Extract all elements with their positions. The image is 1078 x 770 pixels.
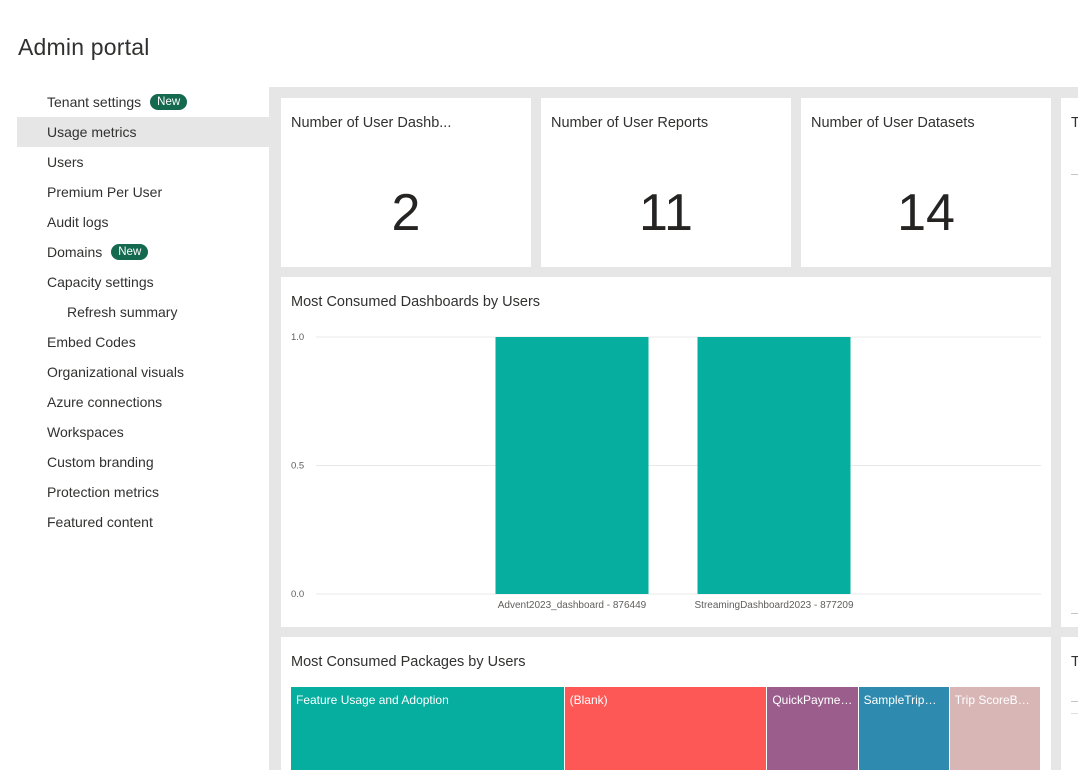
sidebar-item-refresh-summary[interactable]: Refresh summary (17, 297, 269, 327)
sidebar-item-label: Azure connections (47, 394, 163, 410)
sidebar-item-audit-logs[interactable]: Audit logs (17, 207, 269, 237)
sidebar-item-organizational-visuals[interactable]: Organizational visuals (17, 357, 269, 387)
sidebar-item-label: Refresh summary (67, 304, 178, 320)
tile-title: T (1071, 115, 1078, 131)
right-tile-bottom[interactable]: T (1061, 637, 1078, 770)
sidebar-item-premium-per-user[interactable]: Premium Per User (17, 177, 269, 207)
sidebar-nav: Tenant settings New Usage metrics Users Prem… (17, 87, 269, 537)
treemap-cell[interactable]: SampleTripRe... (858, 687, 950, 770)
sidebar-item-featured-content[interactable]: Featured content (17, 507, 269, 537)
treemap-cell[interactable]: Feature Usage and Adoption (291, 687, 565, 770)
tile-title: T (1071, 654, 1078, 670)
y-tick-label: 0.5 (291, 461, 304, 472)
sidebar-item-usage-metrics[interactable]: Usage metrics (17, 117, 269, 147)
bar-chart-tile[interactable]: Most Consumed Dashboards by Users 0.0 0.5… (281, 277, 1051, 627)
sidebar-item-label: Featured content (47, 514, 153, 530)
sidebar-item-label: Users (47, 154, 84, 170)
sidebar-item-label: Protection metrics (47, 484, 160, 500)
card-user-dashboards[interactable]: Number of User Dashb... 2 (281, 98, 531, 267)
card-user-reports[interactable]: Number of User Reports 11 (541, 98, 791, 267)
axis-tick (1071, 613, 1078, 614)
sidebar-item-label: Domains (47, 244, 103, 260)
sidebar-item-label: Custom branding (47, 454, 154, 470)
card-user-datasets[interactable]: Number of User Datasets 14 (801, 98, 1051, 267)
sidebar-item-protection-metrics[interactable]: Protection metrics (17, 477, 269, 507)
card-value: 2 (391, 184, 421, 242)
y-tick-label: 1.0 (291, 332, 304, 343)
treemap-cell[interactable]: QuickPaymet... (767, 687, 859, 770)
sidebar-item-embed-codes[interactable]: Embed Codes (17, 327, 269, 357)
sidebar-item-label: Tenant settings (47, 94, 142, 110)
axis-tick (1071, 174, 1078, 175)
sidebar-item-custom-branding[interactable]: Custom branding (17, 447, 269, 477)
bar[interactable] (697, 337, 851, 594)
sidebar-item-users[interactable]: Users (17, 147, 269, 177)
sidebar-item-label: Premium Per User (47, 184, 163, 200)
sidebar-item-label: Usage metrics (47, 124, 137, 140)
sidebar-item-label: Audit logs (47, 214, 109, 230)
axis-tick (1071, 701, 1078, 702)
card-value: 14 (897, 184, 955, 242)
sidebar-item-capacity-settings[interactable]: Capacity settings (17, 267, 269, 297)
new-badge: New (150, 94, 188, 110)
bar[interactable] (495, 337, 649, 594)
card-title: Number of User Reports (551, 115, 709, 131)
dashboard-canvas: Number of User Dashb... 2 Number of User… (269, 87, 1078, 770)
new-badge: New (111, 244, 149, 260)
chart-title: Most Consumed Packages by Users (291, 654, 526, 670)
right-tile-top[interactable]: T (1061, 98, 1078, 627)
bar-chart: 0.0 0.5 1.0 Advent2023_dashboard - 876449 St… (291, 332, 1041, 611)
x-category-label: StreamingDashboard2023 - 877209 (695, 600, 854, 611)
sidebar-item-domains[interactable]: Domains New (17, 237, 269, 267)
sidebar-item-tenant-settings[interactable]: Tenant settings New (17, 87, 269, 117)
sidebar-item-label: Organizational visuals (47, 364, 184, 380)
x-category-label: Advent2023_dashboard - 876449 (498, 600, 647, 611)
treemap-cell[interactable]: Trip ScoreBoa... (949, 687, 1041, 770)
card-title: Number of User Dashb... (291, 115, 452, 131)
card-title: Number of User Datasets (811, 115, 975, 131)
treemap-cell[interactable]: (Blank) (564, 687, 768, 770)
sidebar-item-label: Workspaces (47, 424, 124, 440)
treemap: Feature Usage and Adoption (Blank) QuickPa… (291, 687, 1041, 770)
sidebar-item-azure-connections[interactable]: Azure connections (17, 387, 269, 417)
sidebar-item-label: Capacity settings (47, 274, 154, 290)
page-title: Admin portal (18, 34, 150, 60)
y-tick-label: 0.0 (291, 589, 304, 600)
sidebar-item-workspaces[interactable]: Workspaces (17, 417, 269, 447)
card-value: 11 (639, 184, 693, 242)
treemap-tile[interactable]: Most Consumed Packages by Users Feature … (281, 637, 1051, 770)
axis-tick (1071, 713, 1078, 714)
sidebar-item-label: Embed Codes (47, 334, 136, 350)
